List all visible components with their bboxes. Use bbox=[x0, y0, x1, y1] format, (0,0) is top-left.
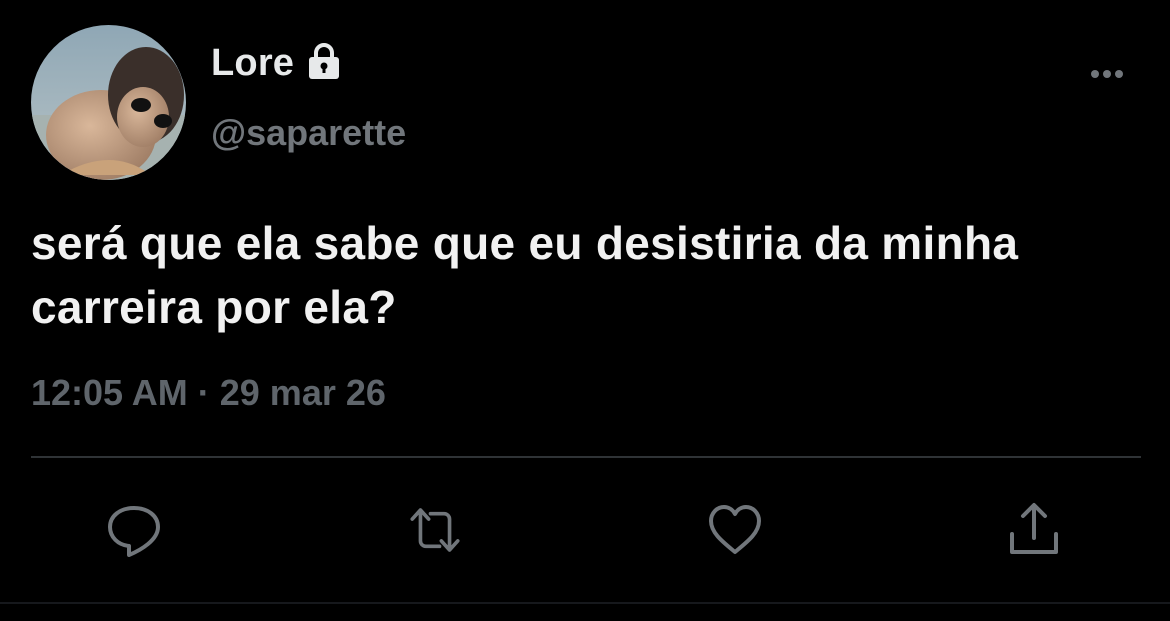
bottom-divider bbox=[0, 602, 1170, 604]
display-name[interactable]: Lore bbox=[211, 42, 294, 85]
like-button[interactable] bbox=[705, 500, 765, 560]
heart-icon bbox=[709, 505, 761, 554]
reply-button[interactable] bbox=[104, 500, 164, 560]
tweet-text: será que ela sabe que eu desistiria da m… bbox=[31, 217, 1019, 333]
avatar[interactable] bbox=[31, 25, 186, 180]
avatar-photo-icon bbox=[31, 25, 186, 180]
tweet-card: Lore @saparette será que ela sabe que eu… bbox=[0, 0, 1170, 621]
divider bbox=[31, 456, 1141, 458]
tweet-time[interactable]: 12:05 AM bbox=[31, 372, 188, 413]
share-button[interactable] bbox=[1004, 500, 1064, 560]
meta-separator: · bbox=[197, 372, 210, 413]
retweet-icon bbox=[410, 508, 460, 552]
tweet-date[interactable]: 29 mar 26 bbox=[220, 372, 386, 413]
lock-icon bbox=[304, 41, 344, 81]
more-options-icon[interactable] bbox=[1086, 64, 1128, 84]
user-handle[interactable]: @saparette bbox=[211, 112, 406, 154]
retweet-button[interactable] bbox=[405, 500, 465, 560]
comment-icon bbox=[108, 506, 160, 557]
name-row: Lore bbox=[211, 42, 344, 85]
tweet-meta: 12:05 AM · 29 mar 26 bbox=[31, 372, 386, 414]
share-icon bbox=[1010, 503, 1058, 554]
